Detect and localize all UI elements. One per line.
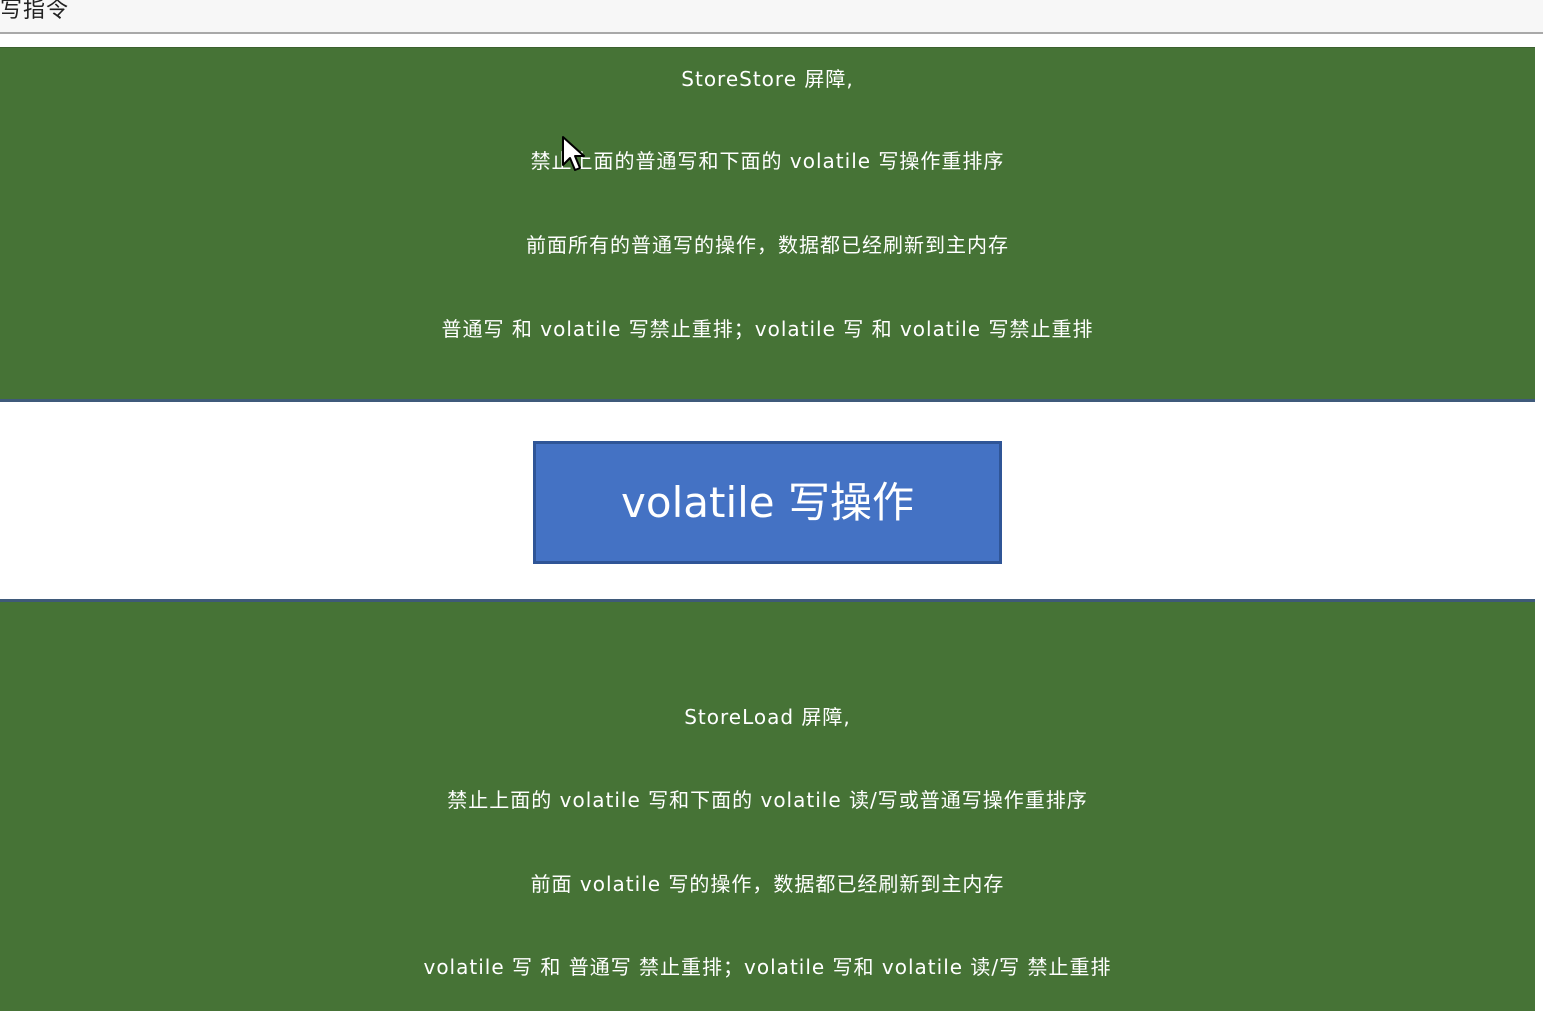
storeload-effect: 前面 volatile 写的操作，数据都已经刷新到主内存	[530, 872, 1005, 896]
page: 写指令 StoreStore 屏障, 禁止上面的普通写和下面的 volatile…	[0, 0, 1543, 1011]
storestore-effect: 前面所有的普通写的操作，数据都已经刷新到主内存	[526, 233, 1009, 257]
storeload-title: StoreLoad 屏障,	[684, 705, 851, 729]
storeload-rule: 禁止上面的 volatile 写和下面的 volatile 读/写或普通写操作重…	[447, 788, 1088, 812]
storestore-barrier-panel: StoreStore 屏障, 禁止上面的普通写和下面的 volatile 写操作…	[0, 47, 1535, 402]
storestore-summary: 普通写 和 volatile 写禁止重排；volatile 写 和 volati…	[441, 317, 1094, 341]
storeload-barrier-panel: StoreLoad 屏障, 禁止上面的 volatile 写和下面的 volat…	[0, 599, 1535, 1011]
storeload-summary: volatile 写 和 普通写 禁止重排；volatile 写和 volati…	[423, 955, 1112, 979]
header-strip: 写指令	[0, 0, 1543, 34]
storestore-rule: 禁止上面的普通写和下面的 volatile 写操作重排序	[530, 149, 1005, 173]
volatile-write-operation-box: volatile 写操作	[533, 441, 1002, 564]
storestore-title: StoreStore 屏障,	[681, 67, 854, 91]
header-caption: 写指令	[0, 0, 70, 23]
mouse-pointer-icon	[562, 136, 585, 171]
